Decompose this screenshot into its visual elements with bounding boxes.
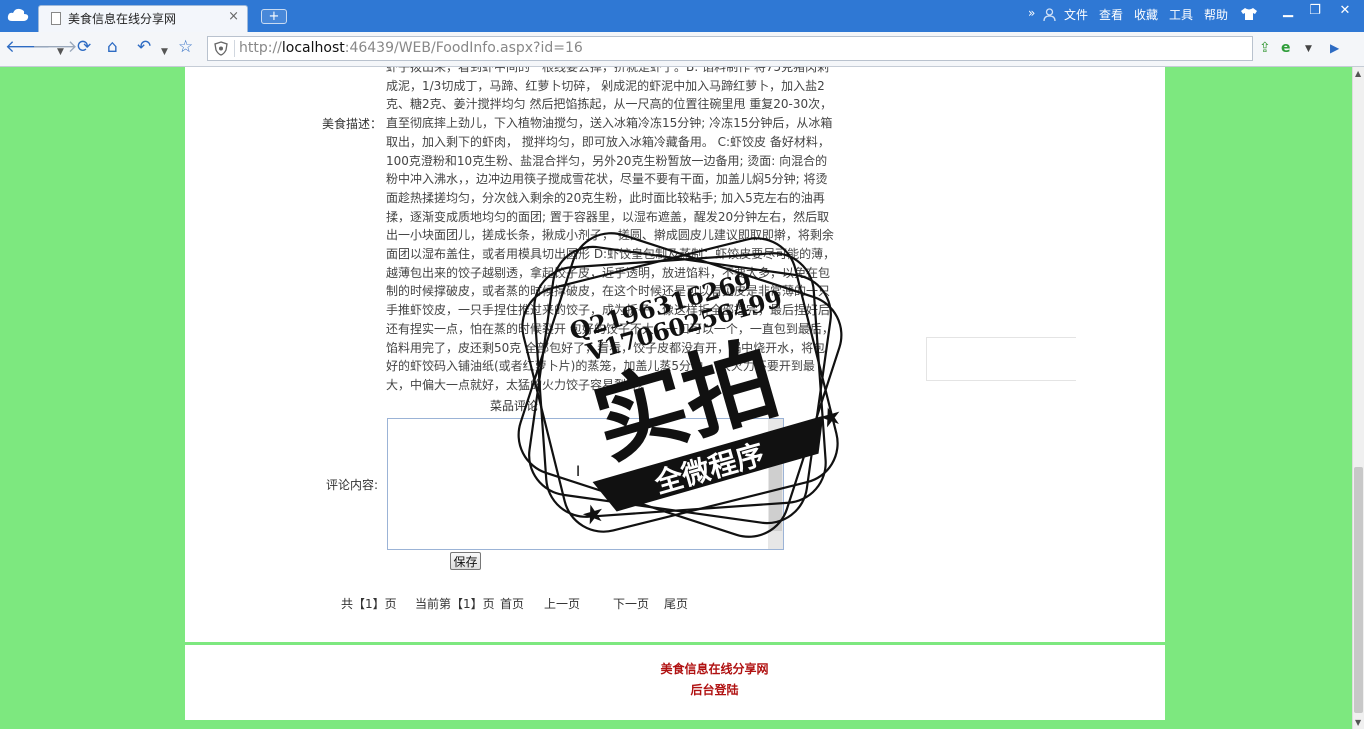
tab-close-icon[interactable]: × bbox=[228, 9, 239, 24]
browser-tab[interactable]: 美食信息在线分享网 × bbox=[38, 5, 248, 32]
security-shield-icon[interactable] bbox=[214, 41, 228, 56]
food-description-label: 美食描述： bbox=[322, 117, 383, 131]
undo-dropdown-icon[interactable]: ▼ bbox=[161, 43, 168, 61]
menu-favorites[interactable]: 收藏 bbox=[1134, 6, 1158, 23]
share-icon[interactable]: ⇪ bbox=[1259, 40, 1271, 56]
address-dropdown-icon[interactable]: ▼ bbox=[1305, 44, 1312, 54]
go-icon[interactable]: ▶ bbox=[1330, 41, 1339, 55]
minimize-icon[interactable]: ▁ bbox=[1277, 2, 1299, 20]
save-button[interactable]: 保存 bbox=[450, 552, 481, 570]
text-cursor-icon: I bbox=[576, 464, 581, 480]
pager-current: 当前第【1】页 bbox=[415, 597, 495, 611]
page-icon bbox=[51, 12, 61, 25]
scrollbar-thumb[interactable] bbox=[1354, 467, 1363, 713]
restore-icon[interactable]: ❐ bbox=[1304, 2, 1326, 20]
refresh-icon[interactable]: ⟳ bbox=[77, 38, 91, 56]
comment-section-title: 菜品评论 bbox=[490, 399, 539, 413]
menu-file[interactable]: 文件 bbox=[1064, 6, 1088, 23]
address-bar[interactable]: http://localhost:46439/WEB/FoodInfo.aspx… bbox=[207, 36, 1253, 61]
scroll-down-icon[interactable]: ▼ bbox=[1355, 718, 1361, 727]
pager-next-link[interactable]: 下一页 bbox=[613, 595, 649, 612]
footer-site-name: 美食信息在线分享网 bbox=[660, 662, 769, 676]
food-description: 虾子拨出来，看到虾中间的一根线要去掉，挤就是虾了。B: 馅料制作 将75克猪肉剁… bbox=[386, 67, 836, 392]
pager-prev-link[interactable]: 上一页 bbox=[544, 595, 580, 612]
footer-divider bbox=[185, 642, 1165, 645]
faint-divider bbox=[926, 380, 1076, 381]
window-close-icon[interactable]: ✕ bbox=[1334, 2, 1356, 20]
url-text[interactable]: http://localhost:46439/WEB/FoodInfo.aspx… bbox=[239, 40, 583, 56]
menu-help[interactable]: 帮助 bbox=[1204, 6, 1228, 23]
menu-tools[interactable]: 工具 bbox=[1169, 6, 1193, 23]
scroll-up-icon[interactable]: ▲ bbox=[1355, 69, 1361, 78]
menu-view[interactable]: 查看 bbox=[1099, 6, 1123, 23]
history-dropdown-icon[interactable]: ▼ bbox=[57, 43, 64, 61]
browser-titlebar: 美食信息在线分享网 × + » 文件 查看 收藏 工具 帮助 ▁ ❐ ✕ bbox=[0, 0, 1364, 32]
menu-more-icon[interactable]: » bbox=[1028, 6, 1035, 20]
faint-divider bbox=[926, 337, 927, 380]
footer-admin-login-link[interactable]: 后台登陆 bbox=[185, 681, 1244, 698]
pager-total: 共【1】页 bbox=[341, 597, 397, 611]
page-scrollbar[interactable]: ▲ ▼ bbox=[1352, 67, 1364, 729]
faint-divider bbox=[926, 337, 1076, 338]
ie-mode-icon[interactable]: e bbox=[1281, 40, 1291, 56]
comment-content-label: 评论内容: bbox=[326, 478, 379, 492]
pager-last-link[interactable]: 尾页 bbox=[664, 595, 688, 612]
pager-first-link[interactable]: 首页 bbox=[500, 595, 524, 612]
address-separator bbox=[234, 40, 235, 57]
tab-title: 美食信息在线分享网 bbox=[68, 12, 177, 26]
browser-toolbar: 🡐 🡒 ▼ ⟳ ⌂ ↶ ▼ ☆ http://localhost:46439/W… bbox=[0, 32, 1364, 67]
undo-icon[interactable]: ↶ bbox=[137, 38, 151, 56]
comment-textarea[interactable] bbox=[387, 418, 784, 550]
skin-shirt-icon[interactable] bbox=[1240, 7, 1258, 21]
cloud-logo-icon[interactable] bbox=[7, 8, 29, 22]
favorite-star-icon[interactable]: ☆ bbox=[178, 38, 193, 56]
home-icon[interactable]: ⌂ bbox=[107, 38, 118, 56]
forward-icon[interactable]: 🡒 bbox=[32, 38, 78, 56]
comment-scrollbar[interactable] bbox=[768, 419, 783, 549]
page-content: 虾子拨出来，看到虾中间的一根线要去掉，挤就是虾了。B: 馅料制作 将75克猪肉剁… bbox=[185, 67, 1165, 720]
user-icon[interactable] bbox=[1043, 8, 1056, 22]
new-tab-button[interactable]: + bbox=[261, 9, 287, 24]
